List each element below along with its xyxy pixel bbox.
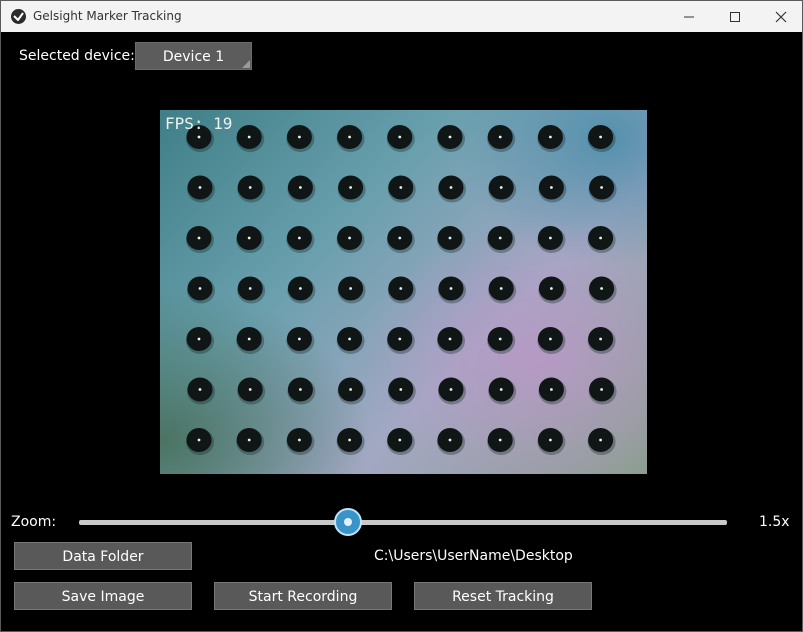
marker-dot [538,276,567,304]
data-folder-button[interactable]: Data Folder [14,542,192,570]
marker-dot [187,175,215,203]
marker-dot [186,428,214,455]
marker-dot [287,175,316,203]
marker-dot [387,276,416,304]
marker-dot [337,175,366,203]
close-icon [775,11,787,22]
marker-dot [438,175,466,203]
marker-dot [286,327,315,354]
marker-dot [286,428,315,455]
selected-device-label: Selected device: [19,48,135,64]
marker-dot [437,125,465,152]
marker-dot [337,377,366,405]
marker-dot [437,327,465,354]
marker-dot [336,428,365,455]
marker-dot [236,327,265,354]
zoom-slider[interactable] [79,508,727,536]
marker-dot [488,175,517,203]
start-recording-button[interactable]: Start Recording [214,582,392,610]
marker-dot [237,276,266,304]
marker-dot [187,377,215,405]
marker-dot [587,327,616,354]
marker-dot [386,226,415,253]
zoom-value: 1.5x [759,514,790,530]
app-logo-icon [11,9,26,24]
marker-dot [588,175,617,203]
marker-dot [538,377,567,405]
marker-dot [488,377,517,405]
zoom-slider-track[interactable] [79,520,727,525]
save-image-button[interactable]: Save Image [14,582,192,610]
camera-feed: FPS: 19 [160,110,647,474]
marker-dot [286,226,315,253]
marker-dot [387,175,416,203]
title-bar: Gelsight Marker Tracking [1,1,802,32]
marker-dot [588,377,617,405]
marker-dot [588,276,617,304]
marker-dot [537,428,566,455]
marker-dot [487,125,516,152]
marker-dot [237,377,266,405]
marker-dot [587,428,616,455]
maximize-button[interactable] [712,1,758,32]
marker-dot [336,327,365,354]
zoom-slider-thumb[interactable] [334,508,362,536]
marker-dot [186,327,214,354]
minimize-button[interactable] [666,1,712,32]
marker-dot [487,428,516,455]
marker-dot [487,327,516,354]
fps-readout: FPS: 19 [165,114,233,133]
marker-dot [537,226,566,253]
marker-dot [236,428,265,455]
marker-dot [386,428,415,455]
marker-dot [587,226,616,253]
marker-dot [537,327,566,354]
marker-dot [236,226,265,253]
marker-dot [437,226,465,253]
marker-dot [336,125,365,152]
marker-dot [187,276,215,304]
marker-dot [186,226,214,253]
marker-dot [337,276,366,304]
marker-overlay [186,125,617,455]
device-dropdown[interactable]: Device 1 [135,42,252,70]
marker-dot [437,428,465,455]
marker-dot [587,125,616,152]
reset-tracking-button[interactable]: Reset Tracking [414,582,592,610]
marker-dot [236,125,265,152]
marker-dot [336,226,365,253]
window-title: Gelsight Marker Tracking [33,9,182,23]
marker-dot [287,276,316,304]
marker-dot [387,377,416,405]
app-window: Gelsight Marker Tracking Selected device… [0,0,803,632]
marker-dot [438,377,466,405]
minimize-icon [684,16,694,17]
marker-dot [386,327,415,354]
marker-dot [488,276,517,304]
marker-dot [487,226,516,253]
data-folder-path: C:\Users\UserName\Desktop [374,548,573,564]
marker-dot [537,125,566,152]
zoom-label: Zoom: [11,514,57,530]
marker-dot [438,276,466,304]
marker-dot [237,175,266,203]
close-button[interactable] [758,1,802,32]
maximize-icon [730,11,740,22]
marker-dot [538,175,567,203]
marker-dot [386,125,415,152]
marker-dot [286,125,315,152]
marker-dot [287,377,316,405]
